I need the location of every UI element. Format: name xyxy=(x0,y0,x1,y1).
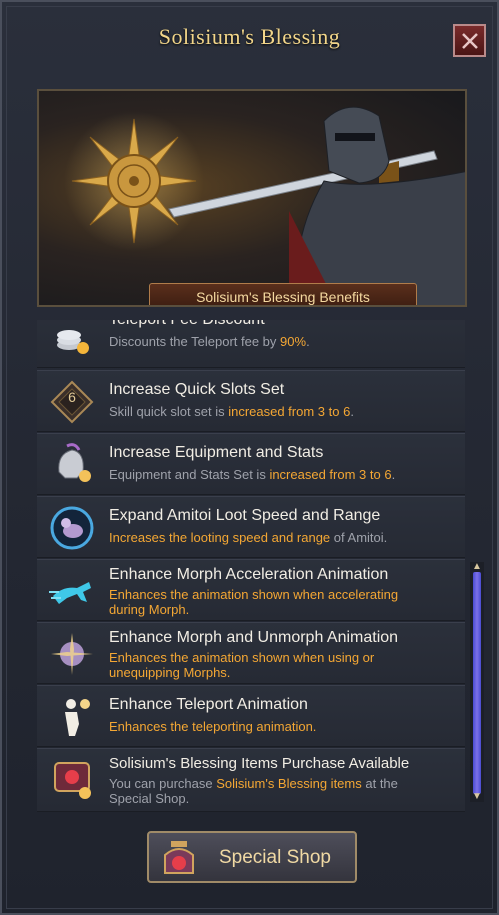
benefit-title: Solisium's Blessing Items Purchase Avail… xyxy=(109,755,410,772)
special-shop-button[interactable]: Special Shop xyxy=(147,831,357,883)
morph-icon xyxy=(51,633,93,675)
benefit-row: Solisium's Blessing Items Purchase Avail… xyxy=(37,748,465,812)
teleport-icon xyxy=(65,699,90,736)
sun-emblem xyxy=(71,118,197,244)
benefit-row: Increase Equipment and Stats Equipment a… xyxy=(37,433,465,495)
running-beast-icon xyxy=(49,582,91,604)
blessing-window: Solisium's Blessing Solisium's Blessing … xyxy=(0,0,499,915)
benefit-row: Expand Amitoi Loot Speed and Range Incre… xyxy=(37,496,465,558)
benefit-title: Increase Equipment and Stats xyxy=(109,444,324,461)
shop-sign-icon xyxy=(54,762,91,799)
list-scrollbar[interactable]: ▲ ▼ xyxy=(470,562,484,802)
benefit-desc: Equipment and Stats Set is increased fro… xyxy=(109,467,396,482)
scroll-down-arrow[interactable]: ▼ xyxy=(471,792,483,802)
benefit-row: Enhance Teleport Animation Enhances the … xyxy=(37,685,465,747)
benefit-desc: Enhances the animation shown when using … xyxy=(109,650,375,680)
armored-knight xyxy=(289,106,465,305)
close-button[interactable] xyxy=(453,24,486,57)
benefit-row: Teleport Fee Discount Discounts the Tele… xyxy=(37,320,465,368)
benefit-title: Enhance Teleport Animation xyxy=(109,696,308,713)
blessing-banner: Solisium's Blessing Benefits xyxy=(37,89,467,307)
sun-knight-illustration xyxy=(64,106,465,305)
benefit-desc: You can purchase Solisium's Blessing ite… xyxy=(109,776,398,806)
benefit-desc: Enhances the teleporting animation. xyxy=(109,719,317,734)
benefit-desc: Increases the looting speed and range of… xyxy=(109,530,388,545)
benefit-row: Enhance Morph and Unmorph Animation Enha… xyxy=(37,622,465,684)
benefit-title: Enhance Morph and Unmorph Animation xyxy=(109,629,399,646)
benefit-title: Expand Amitoi Loot Speed and Range xyxy=(109,507,381,524)
benefit-desc: Skill quick slot set is increased from 3… xyxy=(109,404,354,419)
benefit-title: Enhance Morph Acceleration Animation xyxy=(109,566,389,583)
shop-sign-icon xyxy=(164,841,194,874)
amitoi-icon xyxy=(50,506,94,550)
close-icon xyxy=(461,32,478,49)
scroll-thumb[interactable] xyxy=(473,572,481,794)
special-shop-label: Special Shop xyxy=(219,847,331,868)
benefit-row: 6 Increase Quick Slots Set Skill quick s… xyxy=(37,370,465,432)
scroll-up-arrow[interactable]: ▲ xyxy=(471,562,483,572)
benefits-list[interactable]: Teleport Fee Discount Discounts the Tele… xyxy=(37,320,467,814)
coins-icon xyxy=(57,330,89,354)
benefit-row: Enhance Morph Acceleration Animation Enh… xyxy=(37,559,465,621)
helmet-icon xyxy=(58,443,91,482)
benefit-title: Increase Quick Slots Set xyxy=(109,381,285,398)
benefit-title: Teleport Fee Discount xyxy=(109,320,265,329)
quickslot-number: 6 xyxy=(68,389,76,405)
benefit-desc: Enhances the animation shown when accele… xyxy=(109,587,399,617)
banner-title: Solisium's Blessing Benefits xyxy=(149,283,417,305)
window-title: Solisium's Blessing xyxy=(158,24,341,49)
benefit-desc: Discounts the Teleport fee by 90%. xyxy=(109,334,310,349)
